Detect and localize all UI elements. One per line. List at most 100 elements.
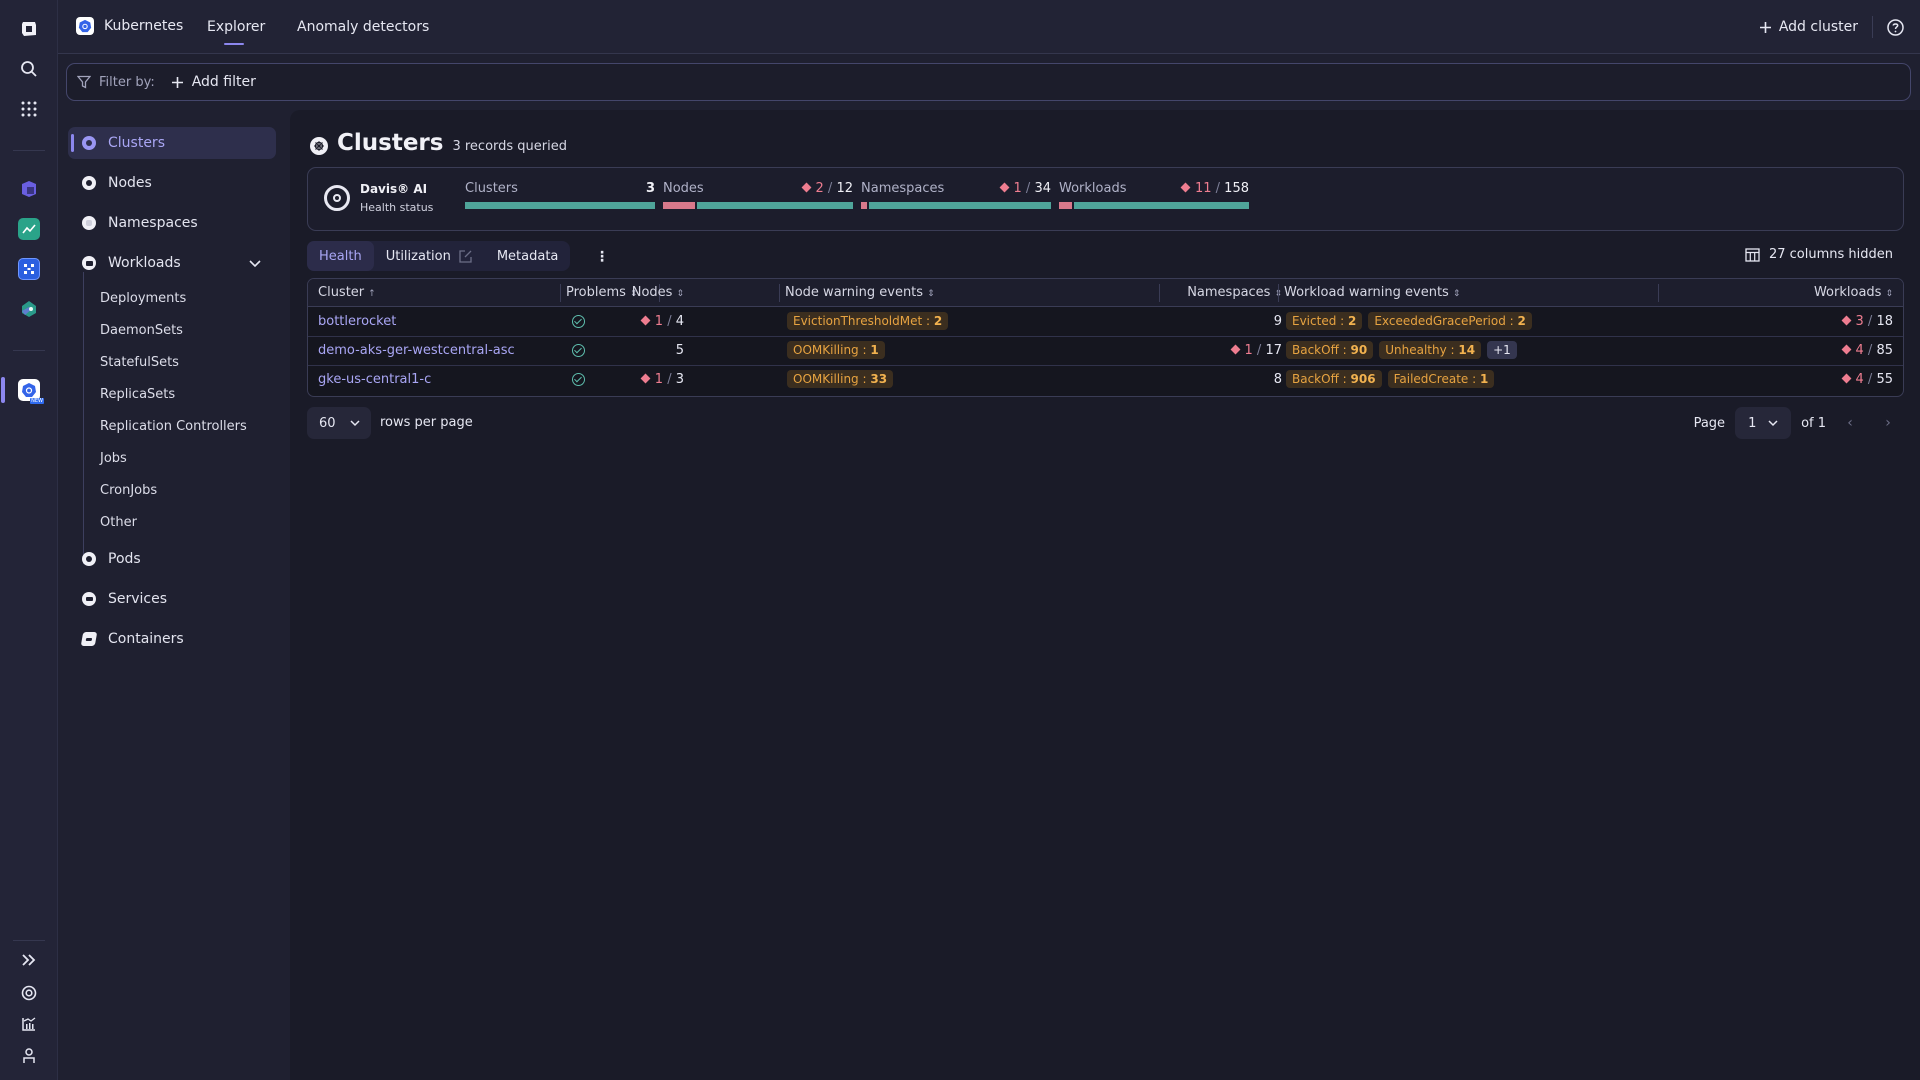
column-header-workload-warning-events[interactable]: Workload warning events ⇕ xyxy=(1284,285,1460,300)
cluster-link[interactable]: demo-aks-ger-westcentral-asc xyxy=(318,343,515,358)
column-header-nodes[interactable]: Nodes ⇕ xyxy=(632,285,684,300)
tab-health[interactable]: Health xyxy=(307,241,374,271)
workload-warning-events: Evicted : 2 ExceededGracePeriod : 2 xyxy=(1286,312,1538,330)
sidebar-subitem-deployments[interactable]: Deployments xyxy=(100,291,186,306)
health-bar xyxy=(663,202,853,209)
health-block-namespaces[interactable]: Namespaces 1 / 34 xyxy=(861,181,1051,209)
sidebar-item-containers[interactable]: Containers xyxy=(68,623,276,655)
app-title: Kubernetes xyxy=(76,17,183,35)
health-total: 158 xyxy=(1224,181,1249,196)
page-header: Clusters 3 records queried xyxy=(310,130,567,156)
sidebar-item-pods[interactable]: Pods xyxy=(68,543,276,575)
user-icon[interactable] xyxy=(0,1040,58,1072)
tab-label: Metadata xyxy=(496,248,559,264)
column-header-workloads[interactable]: Workloads ⇕ xyxy=(1814,285,1893,300)
sidebar-item-services[interactable]: Services xyxy=(68,583,276,615)
sidebar-item-label: Pods xyxy=(108,551,141,567)
workflows-app-icon[interactable] xyxy=(0,253,58,285)
event-chip[interactable]: OOMKilling : 33 xyxy=(787,370,894,388)
tab-anomaly-detectors[interactable]: Anomaly detectors xyxy=(297,19,429,35)
more-events-chip[interactable]: +1 xyxy=(1487,341,1517,359)
event-chip[interactable]: Evicted : 2 xyxy=(1286,312,1363,330)
column-resizer[interactable] xyxy=(1278,284,1279,302)
hub-app-icon[interactable] xyxy=(0,293,58,325)
sidebar-item-workloads[interactable]: Workloads xyxy=(68,247,276,279)
add-filter-button[interactable]: Add filter xyxy=(171,74,256,90)
sidebar-item-label: Clusters xyxy=(108,135,165,151)
next-page-icon[interactable]: › xyxy=(1874,415,1902,431)
column-resizer[interactable] xyxy=(779,284,780,302)
expand-icon[interactable] xyxy=(0,944,58,976)
tab-explorer[interactable]: Explorer xyxy=(207,19,265,45)
column-resizer[interactable] xyxy=(1159,284,1160,302)
tab-metadata[interactable]: Metadata xyxy=(485,241,571,271)
event-chip[interactable]: FailedCreate : 1 xyxy=(1387,370,1495,388)
health-block-nodes[interactable]: Nodes 2 / 12 xyxy=(663,181,853,209)
table-row[interactable]: gke-us-central1-c 1 / 3 OOMKilling : 33 … xyxy=(308,366,1903,395)
add-cluster-button[interactable]: Add cluster xyxy=(1759,19,1858,35)
event-chip[interactable]: OOMKilling : 1 xyxy=(787,341,885,359)
view-tabs: Health Utilization Metadata xyxy=(307,241,571,271)
sidebar-item-nodes[interactable]: Nodes xyxy=(68,167,276,199)
column-header-namespaces[interactable]: Namespaces⇕ xyxy=(1187,285,1282,300)
rows-per-page-select[interactable]: 60 xyxy=(307,407,371,439)
sidebar-subitem-replicasets[interactable]: ReplicaSets xyxy=(100,387,175,402)
cluster-link[interactable]: gke-us-central1-c xyxy=(318,372,431,387)
column-resizer[interactable] xyxy=(560,284,561,302)
help-icon[interactable] xyxy=(1887,18,1904,36)
workload-warning-events: BackOff : 90 Unhealthy : 14 +1 xyxy=(1286,341,1523,359)
table-row[interactable]: demo-aks-ger-westcentral-asc 5 OOMKillin… xyxy=(308,337,1903,366)
sidebar-item-label: Nodes xyxy=(108,175,152,191)
health-label: Namespaces xyxy=(861,181,945,196)
more-options-icon[interactable]: ⋮ xyxy=(595,249,609,265)
health-status-card: Davis® AI Health status Clusters 3 Nodes 2… xyxy=(307,167,1904,231)
event-chip[interactable]: EvictionThresholdMet : 2 xyxy=(787,312,949,330)
filter-icon xyxy=(77,75,91,89)
tab-utilization[interactable]: Utilization xyxy=(374,241,485,271)
app-name: Kubernetes xyxy=(104,18,184,34)
sidebar-subitem-daemonsets[interactable]: DaemonSets xyxy=(100,323,183,338)
health-block-clusters[interactable]: Clusters 3 xyxy=(465,181,655,209)
table-row[interactable]: bottlerocket 1 / 4 EvictionThresholdMet … xyxy=(308,308,1903,337)
sidebar-item-label: Namespaces xyxy=(108,215,198,231)
column-header-node-warning-events[interactable]: Node warning events ⇕ xyxy=(785,285,935,300)
event-chip[interactable]: BackOff : 906 xyxy=(1286,370,1382,388)
sidebar-item-clusters[interactable]: Clusters xyxy=(68,127,276,159)
dynatrace-logo-icon[interactable] xyxy=(0,13,58,45)
health-block-workloads[interactable]: Workloads 11 / 158 xyxy=(1059,181,1249,209)
sidebar-subitem-replication-controllers[interactable]: Replication Controllers xyxy=(100,419,247,434)
unhealthy-segment xyxy=(663,202,695,209)
column-header-problems[interactable]: Problems ⇕ xyxy=(566,285,637,300)
cluster-link[interactable]: bottlerocket xyxy=(318,314,396,329)
apps-grid-icon[interactable] xyxy=(0,93,58,125)
sidebar-item-namespaces[interactable]: Namespaces xyxy=(68,207,276,239)
columns-hidden-button[interactable]: 27 columns hidden xyxy=(1745,247,1893,262)
column-resizer[interactable] xyxy=(1658,284,1659,302)
previous-page-icon[interactable]: ‹ xyxy=(1836,415,1864,431)
page-select[interactable]: 1 xyxy=(1735,407,1792,439)
health-bad: 2 xyxy=(815,181,824,196)
chevron-down-icon xyxy=(350,419,360,426)
event-chip[interactable]: Unhealthy : 14 xyxy=(1379,341,1482,359)
help-lifebuoy-icon[interactable] xyxy=(0,977,58,1009)
infrastructure-app-icon[interactable] xyxy=(0,173,58,205)
filter-bar[interactable]: Filter by: Add filter xyxy=(66,63,1911,101)
sort-icon: ⇕ xyxy=(1452,289,1461,299)
page-count: of 1 xyxy=(1801,415,1826,431)
event-chip[interactable]: BackOff : 90 xyxy=(1286,341,1374,359)
sidebar-subitem-cronjobs[interactable]: CronJobs xyxy=(100,483,157,498)
sidebar-subitem-statefulsets[interactable]: StatefulSets xyxy=(100,355,179,370)
healthy-segment xyxy=(868,202,1051,209)
kubernetes-app-icon[interactable]: NEW xyxy=(0,374,58,406)
chevron-down-icon[interactable] xyxy=(248,256,262,270)
whats-new-icon[interactable] xyxy=(0,1008,58,1040)
rail-divider xyxy=(13,350,45,351)
dashboards-app-icon[interactable] xyxy=(0,213,58,245)
sidebar-subitem-other[interactable]: Other xyxy=(100,515,137,530)
plus-icon xyxy=(1759,21,1771,33)
health-label: Clusters xyxy=(465,181,518,196)
event-chip[interactable]: ExceededGracePeriod : 2 xyxy=(1368,312,1532,330)
column-header-cluster[interactable]: Cluster ↑ xyxy=(318,285,376,300)
search-icon[interactable] xyxy=(0,53,58,85)
sidebar-subitem-jobs[interactable]: Jobs xyxy=(100,451,127,466)
